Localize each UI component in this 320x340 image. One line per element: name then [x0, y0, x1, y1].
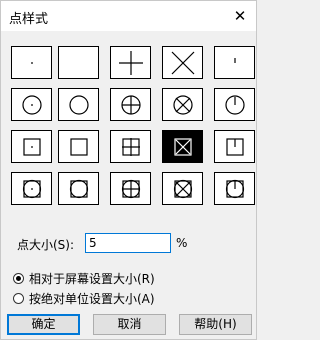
point-style-option[interactable]	[162, 46, 203, 79]
point-style-circle-tick-icon	[224, 94, 245, 115]
point-style-option[interactable]	[58, 46, 99, 79]
point-style-option[interactable]	[11, 130, 52, 163]
point-style-option[interactable]	[58, 88, 99, 121]
point-style-square-plus-icon	[121, 137, 140, 156]
point-style-option[interactable]	[110, 130, 151, 163]
point-style-dot-icon	[30, 61, 33, 64]
cancel-button[interactable]: 取消	[93, 314, 166, 335]
point-style-option[interactable]	[11, 172, 52, 205]
ok-button[interactable]: 确定	[7, 314, 80, 335]
point-style-square-tick-icon	[225, 137, 244, 156]
point-style-square-dot-icon	[22, 137, 41, 156]
title-bar: 点样式 ✕	[1, 1, 256, 31]
point-style-circle-square-icon	[69, 179, 88, 198]
point-style-square-icon	[69, 137, 88, 156]
relative-size-label: 相对于屏幕设置大小(R)	[29, 272, 155, 286]
point-style-option[interactable]	[110, 172, 151, 205]
point-style-plus-icon	[118, 50, 143, 75]
point-style-square-cross-icon	[173, 137, 192, 156]
point-style-option[interactable]	[214, 88, 255, 121]
point-style-option[interactable]	[162, 130, 203, 163]
point-style-option[interactable]	[58, 130, 99, 163]
point-style-circle-square-dot-icon	[22, 179, 41, 198]
absolute-size-option[interactable]: 按绝对单位设置大小(A)	[13, 290, 155, 307]
point-style-option[interactable]	[214, 172, 255, 205]
point-style-option[interactable]	[162, 172, 203, 205]
help-button[interactable]: 帮助(H)	[179, 314, 252, 335]
point-style-circle-dot-icon	[21, 94, 42, 115]
point-style-dialog: 点样式 ✕ 点大小(S): % 相对于屏幕设置大小(R) 按绝对单位设置大小(A…	[0, 0, 257, 340]
point-size-unit: %	[176, 236, 188, 250]
point-style-blank-icon	[66, 50, 92, 76]
point-style-option[interactable]	[110, 46, 151, 79]
relative-size-option[interactable]: 相对于屏幕设置大小(R)	[13, 270, 155, 287]
absolute-size-radio[interactable]	[13, 293, 24, 304]
relative-size-radio[interactable]	[13, 273, 24, 284]
close-icon[interactable]: ✕	[225, 4, 255, 28]
point-size-input[interactable]	[85, 233, 171, 253]
point-style-circle-square-cross-icon	[173, 179, 192, 198]
point-style-circle-square-plus-icon	[121, 179, 140, 198]
point-style-circle-plus-icon	[120, 94, 141, 115]
dialog-title: 点样式	[9, 12, 49, 27]
point-size-label: 点大小(S):	[17, 238, 75, 252]
absolute-size-label: 按绝对单位设置大小(A)	[29, 292, 155, 306]
point-style-option[interactable]	[162, 88, 203, 121]
point-style-circle-cross-icon	[172, 94, 193, 115]
point-style-option[interactable]	[110, 88, 151, 121]
point-style-option[interactable]	[58, 172, 99, 205]
point-style-tick-icon	[233, 57, 236, 63]
point-style-option[interactable]	[214, 46, 255, 79]
point-style-circle-icon	[68, 94, 89, 115]
point-style-circle-square-tick-icon	[225, 179, 244, 198]
point-style-option[interactable]	[11, 46, 52, 79]
point-style-option[interactable]	[214, 130, 255, 163]
point-style-option[interactable]	[11, 88, 52, 121]
point-style-cross-icon	[171, 51, 194, 74]
